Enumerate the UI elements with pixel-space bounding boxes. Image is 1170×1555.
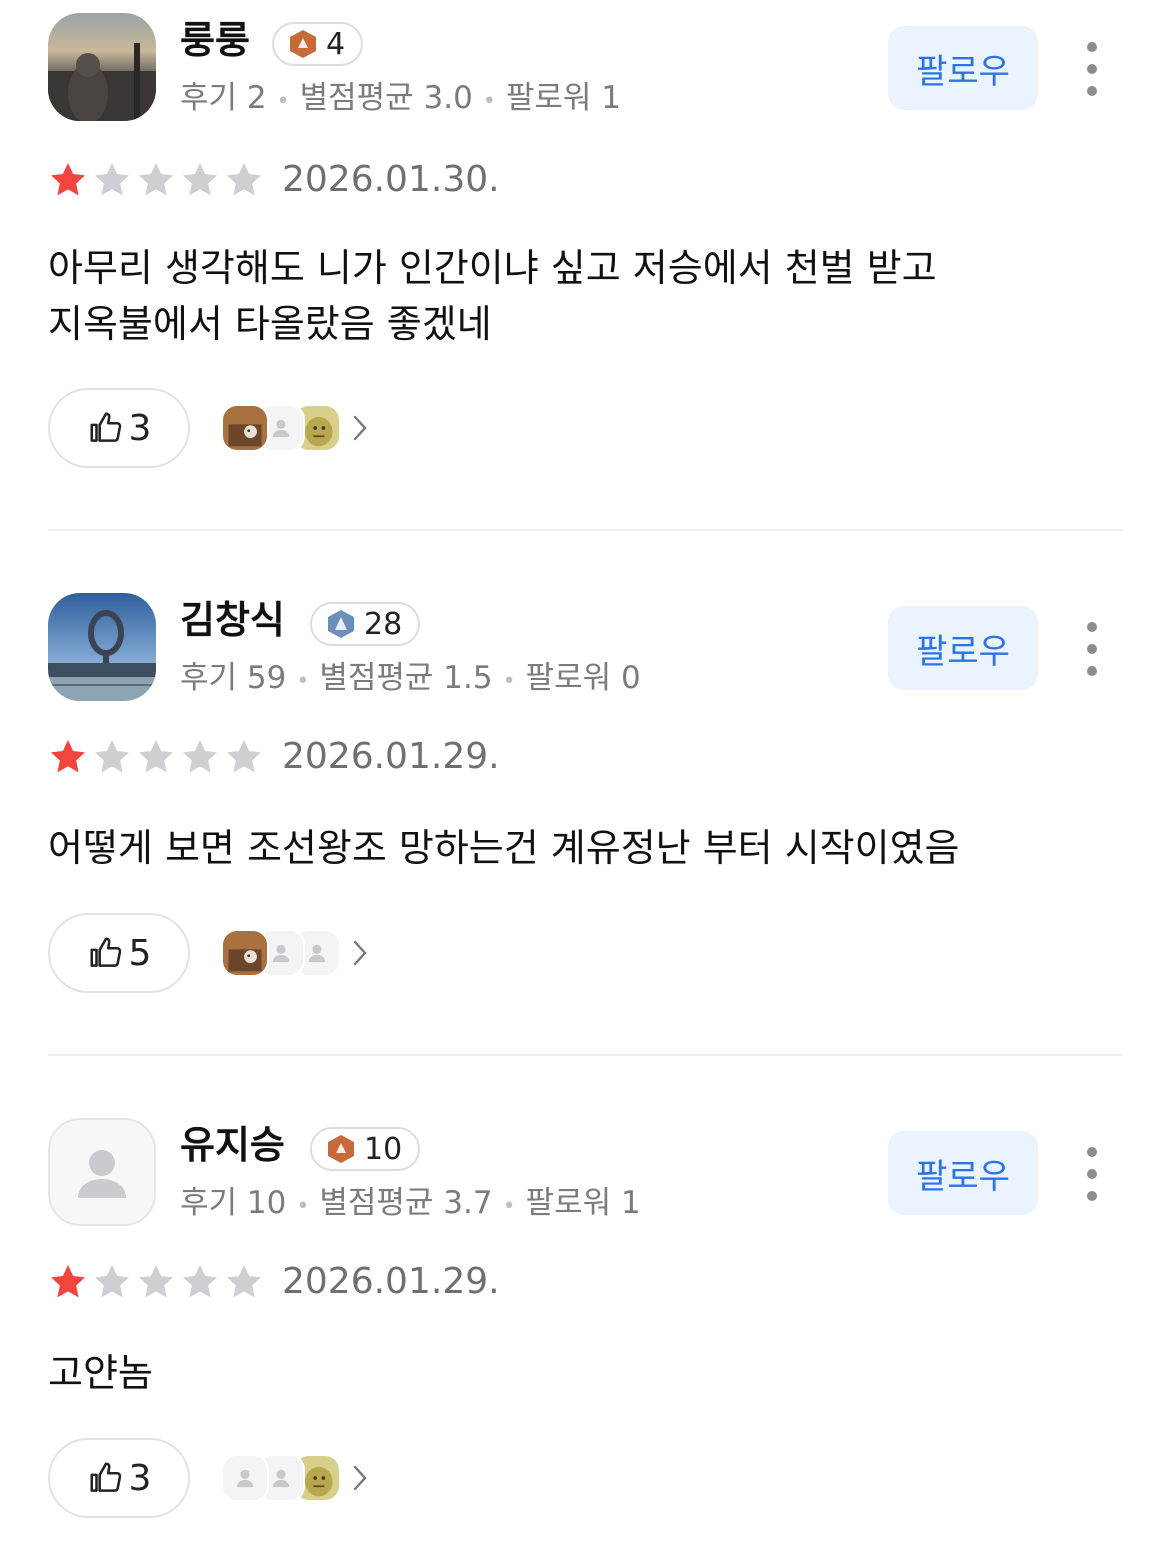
average-rating: 별점평균 3.0: [299, 80, 473, 116]
follow-button[interactable]: 팔로우: [888, 26, 1038, 110]
star-empty-icon: [139, 163, 173, 196]
review-date: 2026.01.29.: [282, 1261, 500, 1302]
separator-dot: •: [502, 669, 516, 694]
star-empty-icon: [95, 1265, 129, 1298]
reviewer-name[interactable]: 룽룽: [180, 14, 250, 66]
avatar[interactable]: [48, 593, 156, 701]
separator-dot: •: [296, 1194, 310, 1219]
liker-avatar: [221, 929, 269, 977]
level-hexagon-icon: [290, 30, 316, 58]
liker-avatars[interactable]: [221, 928, 371, 978]
review-count: 후기 10: [180, 1185, 287, 1221]
like-button[interactable]: 3: [48, 388, 190, 468]
profile-photo-landmark: [48, 593, 156, 701]
review-text: 고얀놈: [48, 1351, 153, 1395]
level-number: 4: [326, 26, 346, 62]
divider: [48, 1054, 1122, 1056]
star-empty-icon: [139, 1265, 173, 1298]
review-count: 후기 2: [180, 80, 267, 116]
star-rating: 2026.01.29.: [48, 735, 500, 779]
star-empty-icon: [227, 740, 261, 773]
star-rating: 2026.01.29.: [48, 1260, 500, 1304]
star-rating: 2026.01.30.: [48, 158, 500, 202]
like-count: 5: [128, 932, 152, 974]
follow-button[interactable]: 팔로우: [888, 1131, 1038, 1215]
more-options-icon[interactable]: [1072, 622, 1112, 676]
separator-dot: •: [502, 1194, 516, 1219]
thumbs-up-icon: [90, 1462, 121, 1492]
follow-button[interactable]: 팔로우: [888, 606, 1038, 690]
chevron-right-icon: [353, 940, 367, 966]
review-date: 2026.01.29.: [282, 736, 500, 777]
thumbs-up-icon: [90, 412, 121, 442]
avatar[interactable]: [48, 13, 156, 121]
default-user-icon: [223, 1456, 267, 1500]
thumbs-up-icon: [90, 937, 121, 967]
average-rating: 별점평균 1.5: [319, 660, 493, 696]
level-badge: 28: [310, 602, 421, 646]
liker-avatar: [221, 404, 269, 452]
reviewer-name[interactable]: 김창식: [180, 594, 285, 646]
cat-photo-icon: [223, 931, 267, 975]
like-button[interactable]: 5: [48, 913, 190, 993]
like-count: 3: [128, 407, 152, 449]
chevron-right-icon: [353, 415, 367, 441]
reviewer-name[interactable]: 유지승: [180, 1119, 285, 1171]
average-rating: 별점평균 3.7: [319, 1185, 493, 1221]
star-empty-icon: [183, 1265, 217, 1298]
level-number: 28: [364, 606, 403, 642]
reviewer-stats: 후기 2 • 별점평균 3.0 • 팔로워 1: [180, 76, 621, 124]
divider: [48, 529, 1122, 531]
star-empty-icon: [227, 163, 261, 196]
star-empty-icon: [183, 740, 217, 773]
follower-count: 팔로워 0: [525, 660, 641, 696]
liker-avatars[interactable]: [221, 403, 371, 453]
star-filled-icon: [51, 163, 85, 196]
review-text: 어떻게 보면 조선왕조 망하는건 계유정난 부터 시작이였음: [48, 826, 960, 870]
star-filled-icon: [51, 1265, 85, 1298]
default-user-icon: [78, 1150, 126, 1198]
avatar[interactable]: [48, 1118, 156, 1226]
star-empty-icon: [139, 740, 173, 773]
level-number: 10: [364, 1131, 403, 1167]
separator-dot: •: [296, 669, 310, 694]
like-button[interactable]: 3: [48, 1438, 190, 1518]
liker-avatars[interactable]: [221, 1453, 371, 1503]
cat-photo-icon: [223, 406, 267, 450]
profile-photo-sunset: [48, 13, 156, 121]
more-options-icon[interactable]: [1072, 1147, 1112, 1201]
follower-count: 팔로워 1: [505, 80, 621, 116]
level-badge: 4: [272, 22, 364, 66]
more-options-icon[interactable]: [1072, 42, 1112, 96]
review-date: 2026.01.30.: [282, 159, 500, 200]
review-count: 후기 59: [180, 660, 287, 696]
follower-count: 팔로워 1: [525, 1185, 641, 1221]
star-empty-icon: [227, 1265, 261, 1298]
like-count: 3: [128, 1457, 152, 1499]
review-text: 아무리 생각해도 니가 인간이냐 싶고 저승에서 천벌 받고 지옥불에서 타올랐…: [48, 246, 937, 346]
star-empty-icon: [183, 163, 217, 196]
separator-dot: •: [482, 89, 496, 114]
level-badge: 10: [310, 1127, 421, 1171]
star-empty-icon: [95, 740, 129, 773]
liker-avatar: [221, 1454, 269, 1502]
level-hexagon-icon: [328, 610, 354, 638]
reviewer-stats: 후기 10 • 별점평균 3.7 • 팔로워 1: [180, 1181, 641, 1229]
star-empty-icon: [95, 163, 129, 196]
star-filled-icon: [51, 740, 85, 773]
chevron-right-icon: [353, 1465, 367, 1491]
separator-dot: •: [276, 89, 290, 114]
level-hexagon-icon: [328, 1135, 354, 1163]
reviewer-stats: 후기 59 • 별점평균 1.5 • 팔로워 0: [180, 656, 641, 704]
